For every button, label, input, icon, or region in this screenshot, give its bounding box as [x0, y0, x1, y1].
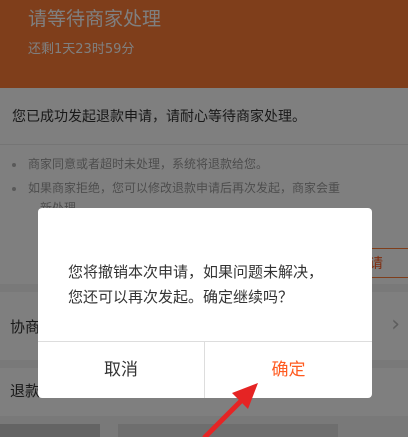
annotation-arrow-icon: [202, 383, 258, 437]
